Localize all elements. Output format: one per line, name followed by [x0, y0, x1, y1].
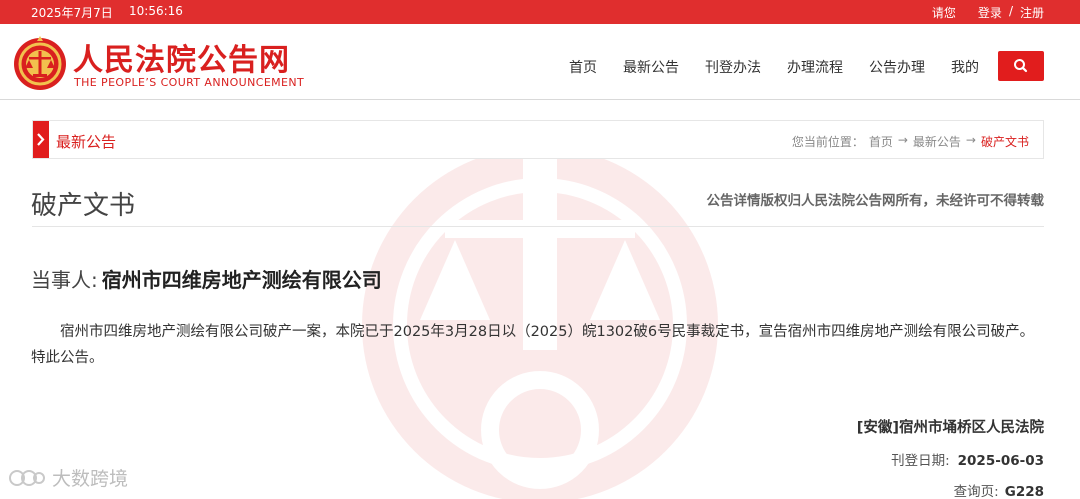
greeting-text: 请您 [931, 6, 956, 20]
nav-latest[interactable]: 最新公告 [623, 57, 679, 77]
court-emblem-icon[interactable] [13, 33, 67, 93]
nav-mine[interactable]: 我的 [951, 57, 979, 77]
section-title: 最新公告 [56, 133, 117, 151]
breadcrumb-latest[interactable]: 最新公告 [913, 133, 961, 150]
announcement-body: 宿州市四维房地产测绘有限公司破产一案，本院已于2025年3月28日以（2025）… [31, 324, 1035, 366]
register-link[interactable]: 注册 [1020, 4, 1044, 21]
account-links: 请您 登录 / 注册 [932, 4, 1044, 21]
breadcrumb: 您当前位置： 首页 → 最新公告 → 破产文书 [787, 133, 1029, 150]
chevron-right-icon [37, 133, 45, 146]
section-marker [33, 121, 49, 158]
page-title: 破产文书 [31, 191, 136, 221]
nav-process[interactable]: 办理流程 [787, 57, 843, 77]
site-logo-subtitle: THE PEOPLE’S COURT ANNOUNCEMENT [74, 76, 305, 89]
source-watermark: 大数跨境 [8, 464, 128, 491]
breadcrumb-label: 您当前位置： [791, 135, 864, 149]
current-time: 10:56:16 [129, 4, 183, 18]
title-divider [32, 226, 1044, 227]
main-nav: 首页 最新公告 刊登办法 办理流程 公告办理 我的 [543, 57, 979, 77]
party-label: 当事人: [31, 268, 98, 292]
publish-date-value: 2025-06-03 [957, 453, 1044, 469]
query-page-label: 查询页: [953, 484, 999, 499]
breadcrumb-arrow: → [897, 133, 908, 147]
copyright-notice: 公告详情版权归人民法院公告网所有，未经许可不得转载 [706, 193, 1045, 209]
current-date: 2025年7月7日 [31, 6, 113, 20]
nav-home[interactable]: 首页 [569, 57, 597, 77]
nav-announcement-handling[interactable]: 公告办理 [869, 57, 925, 77]
party-line: 当事人: 宿州市四维房地产测绘有限公司 [31, 264, 382, 293]
search-icon [1014, 59, 1028, 73]
breadcrumb-home[interactable]: 首页 [869, 133, 893, 150]
publish-date: 刊登日期: 2025-06-03 [891, 449, 1044, 469]
top-bar: 2025年7月7日 10:56:16 请您 登录 / 注册 [0, 0, 1080, 24]
site-logo-title[interactable]: 人民法院公告网 [73, 35, 290, 79]
site-header: 人民法院公告网 THE PEOPLE’S COURT ANNOUNCEMENT … [0, 24, 1080, 100]
search-button[interactable] [998, 51, 1044, 81]
source-watermark-text: 大数跨境 [52, 468, 129, 490]
login-link[interactable]: 登录 [978, 4, 1002, 21]
party-name: 宿州市四维房地产测绘有限公司 [101, 268, 382, 292]
nav-publish-method[interactable]: 刊登办法 [705, 57, 761, 77]
query-page: 查询页: G228 [954, 480, 1044, 499]
query-page-value: G228 [1004, 484, 1044, 499]
breadcrumb-arrow: → [965, 133, 976, 147]
breadcrumb-current: 破产文书 [980, 135, 1029, 149]
publish-date-label: 刊登日期: [891, 453, 950, 469]
breadcrumb-bar: 最新公告 您当前位置： 首页 → 最新公告 → 破产文书 [32, 120, 1044, 159]
source-logo-icon [9, 469, 45, 486]
account-separator: / [1008, 4, 1013, 18]
issuing-court: [安徽]宿州市埇桥区人民法院 [856, 420, 1044, 436]
